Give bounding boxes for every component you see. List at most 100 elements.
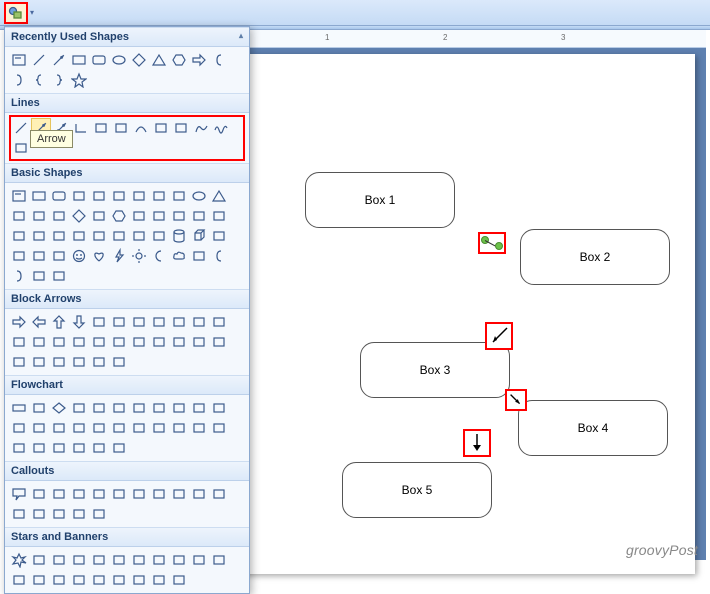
shape-chevron[interactable] xyxy=(169,332,189,352)
shape-brace-l[interactable] xyxy=(29,266,49,286)
connector-arrow[interactable] xyxy=(463,429,491,457)
shape-tape[interactable] xyxy=(89,418,109,438)
shape-quad[interactable] xyxy=(129,312,149,332)
shape-manual-op[interactable] xyxy=(9,418,29,438)
shape-textbox[interactable] xyxy=(9,186,29,206)
shape-scribble2[interactable] xyxy=(11,138,31,158)
shape-right[interactable] xyxy=(9,312,29,332)
shape-alt[interactable] xyxy=(29,398,49,418)
shape-diag-stripe[interactable] xyxy=(109,226,129,246)
shape-document[interactable] xyxy=(129,398,149,418)
shape-multi[interactable] xyxy=(149,398,169,418)
shape-leftup[interactable] xyxy=(209,312,229,332)
shape-uturn[interactable] xyxy=(189,312,209,332)
shape-circular[interactable] xyxy=(109,352,129,372)
shape-hscroll[interactable] xyxy=(129,570,149,590)
shape-star32[interactable] xyxy=(9,570,29,590)
shape-heptagon[interactable] xyxy=(129,206,149,226)
shape-star10[interactable] xyxy=(149,550,169,570)
shape-no[interactable] xyxy=(29,246,49,266)
shape-snip-diag[interactable] xyxy=(109,186,129,206)
shape-moon[interactable] xyxy=(149,246,169,266)
shape-bracket-l[interactable] xyxy=(209,246,229,266)
shape-ucallout[interactable] xyxy=(29,352,49,372)
shape-hexagon[interactable] xyxy=(109,206,129,226)
shape-down[interactable] xyxy=(69,312,89,332)
shape-pie[interactable] xyxy=(209,206,229,226)
shape-star7[interactable] xyxy=(109,550,129,570)
shape-ribbon-up[interactable] xyxy=(29,570,49,590)
shape-line-co3[interactable] xyxy=(129,484,149,504)
shape-connector[interactable] xyxy=(29,418,49,438)
shape-process[interactable] xyxy=(9,398,29,418)
shape-bent-co3[interactable] xyxy=(209,484,229,504)
shape-up[interactable] xyxy=(49,312,69,332)
shape-triangle[interactable] xyxy=(209,186,229,206)
shape-triangle[interactable] xyxy=(149,50,169,70)
shape-elbow-arrow[interactable] xyxy=(91,118,111,138)
shape-cloud[interactable] xyxy=(169,246,189,266)
shape-updown[interactable] xyxy=(109,312,129,332)
shape-can[interactable] xyxy=(169,226,189,246)
shape-sun[interactable] xyxy=(129,246,149,266)
shape-seq[interactable] xyxy=(49,438,69,458)
shape-trapezoid[interactable] xyxy=(49,206,69,226)
shape-star8[interactable] xyxy=(129,550,149,570)
shape-plaque[interactable] xyxy=(149,226,169,246)
shape-oval-co[interactable] xyxy=(49,484,69,504)
shape-udcallout[interactable] xyxy=(69,352,89,372)
shape-predef[interactable] xyxy=(89,398,109,418)
shape-arc1[interactable] xyxy=(189,246,209,266)
shape-heart[interactable] xyxy=(89,246,109,266)
shape-chord[interactable] xyxy=(9,226,29,246)
shape-pentagon2[interactable] xyxy=(149,332,169,352)
shape-terminator[interactable] xyxy=(169,398,189,418)
shape-line[interactable] xyxy=(29,50,49,70)
shape-pentagon[interactable] xyxy=(89,206,109,226)
shape-border-co2[interactable] xyxy=(49,504,69,524)
shape-ribbon-down[interactable] xyxy=(49,570,69,590)
shape-star5[interactable] xyxy=(69,550,89,570)
shape-lbrace[interactable] xyxy=(29,70,49,90)
shape-junction[interactable] xyxy=(109,418,129,438)
shape-direct[interactable] xyxy=(89,438,109,458)
shape-ribbon2-up[interactable] xyxy=(69,570,89,590)
shape-rtriangle[interactable] xyxy=(9,206,29,226)
shape-leftright[interactable] xyxy=(89,312,109,332)
shape-extract[interactable] xyxy=(189,418,209,438)
shape-round2[interactable] xyxy=(149,186,169,206)
shape-prep[interactable] xyxy=(189,398,209,418)
shape-curvedup[interactable] xyxy=(69,332,89,352)
expand-icon[interactable]: ▴ xyxy=(239,31,243,43)
shape-wave[interactable] xyxy=(149,570,169,590)
shape-bent-co4[interactable] xyxy=(9,504,29,524)
shape-decision[interactable] xyxy=(49,398,69,418)
shape-octagon[interactable] xyxy=(149,206,169,226)
shape-ribbon2-down[interactable] xyxy=(89,570,109,590)
shape-lrcallout[interactable] xyxy=(49,352,69,372)
shape-smiley[interactable] xyxy=(69,246,89,266)
shape-diamond[interactable] xyxy=(129,50,149,70)
shape-round-co[interactable] xyxy=(29,484,49,504)
flowchart-box[interactable]: Box 2 xyxy=(520,229,670,285)
shape-curve-dbl[interactable] xyxy=(171,118,191,138)
shape-card[interactable] xyxy=(69,418,89,438)
shape-quadcallout[interactable] xyxy=(89,352,109,372)
shape-border-co3[interactable] xyxy=(69,504,89,524)
shapes-dropdown-button[interactable] xyxy=(4,2,28,24)
shape-bracket-l[interactable] xyxy=(209,50,229,70)
connector-arrow[interactable] xyxy=(505,389,527,411)
shape-lcallout[interactable] xyxy=(9,352,29,372)
shape-star4[interactable] xyxy=(49,550,69,570)
shape-oval[interactable] xyxy=(109,50,129,70)
shape-bracket-r[interactable] xyxy=(9,266,29,286)
shape-bracket-r[interactable] xyxy=(9,70,29,90)
connector-arrow[interactable] xyxy=(485,322,513,350)
shape-decagon[interactable] xyxy=(169,206,189,226)
shape-curveddown[interactable] xyxy=(89,332,109,352)
shape-border-co4[interactable] xyxy=(89,504,109,524)
shape-block-arc[interactable] xyxy=(49,246,69,266)
shape-cloud-co[interactable] xyxy=(69,484,89,504)
shape-arrow[interactable] xyxy=(49,50,69,70)
shape-bentup[interactable] xyxy=(9,332,29,352)
